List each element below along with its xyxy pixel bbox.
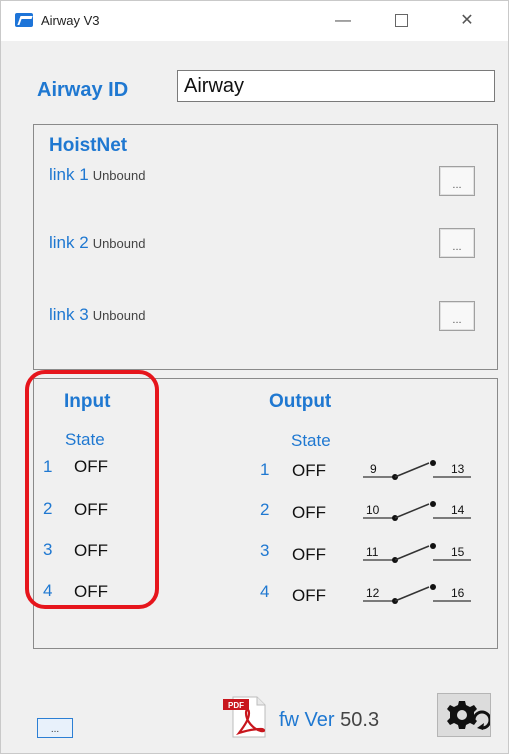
firmware-version-number: 50.3 [340, 709, 380, 731]
output-row-number: 1 [260, 460, 270, 479]
link-status: Unbound [92, 236, 146, 251]
output-state-value: OFF [292, 461, 326, 480]
output-row-number: 2 [260, 500, 270, 519]
app-window: Airway V3 — ✕ Airway ID HoistNet link 1U… [0, 0, 509, 754]
relay-to-label: 16 [451, 586, 465, 600]
link-2-config-button[interactable]: ... [439, 228, 475, 258]
relay-from-label: 12 [366, 586, 380, 600]
link-label: link 2 [49, 233, 89, 252]
close-button[interactable]: ✕ [449, 7, 485, 35]
output-row-number: 3 [260, 541, 270, 560]
firmware-version: fw Ver 50.3 [279, 709, 379, 732]
small-options-button[interactable]: ... [37, 718, 73, 738]
hoistnet-group: HoistNet link 1 Unbound ... link 2 Unbound… [33, 124, 498, 370]
output-state-value: OFF [292, 545, 326, 564]
link-status: Unbound [92, 308, 146, 323]
maximize-icon [394, 14, 408, 28]
link-3-config-button[interactable]: ... [439, 301, 475, 331]
relay-switch-icon: 12 16 [363, 584, 471, 604]
window-title: Airway V3 [41, 13, 100, 28]
relay-to-label: 15 [451, 545, 465, 559]
relay-from-label: 10 [366, 503, 380, 517]
pdf-badge-text: PDF [228, 701, 244, 710]
maximize-button[interactable] [383, 7, 419, 35]
hoistnet-title: HoistNet [49, 135, 128, 156]
pdf-icon[interactable]: PDF [221, 695, 269, 739]
airway-id-input[interactable] [177, 70, 495, 102]
title-bar: Airway V3 — ✕ [1, 1, 508, 41]
link-label: link 3 [49, 305, 89, 324]
input-highlight-annotation [25, 370, 159, 609]
output-state-value: OFF [292, 586, 326, 605]
relay-from-label: 9 [370, 462, 377, 476]
link-row-2: link 2 Unbound [49, 233, 145, 253]
firmware-prefix: fw Ver [279, 709, 335, 731]
link-status: Unbound [92, 168, 146, 183]
relay-from-label: 11 [366, 545, 379, 559]
link-1-config-button[interactable]: ... [439, 166, 475, 196]
minimize-button[interactable]: — [325, 7, 361, 35]
relay-switch-icon: 11 15 [363, 543, 471, 563]
link-row-3: link 3 Unbound [49, 305, 145, 325]
settings-button[interactable] [437, 693, 492, 737]
output-row-number: 4 [260, 582, 270, 601]
relay-to-label: 14 [451, 503, 465, 517]
relay-switch-icon: 10 14 [363, 501, 471, 521]
gear-icon [447, 701, 492, 730]
link-row-1: link 1 Unbound [49, 165, 145, 185]
link-label: link 1 [49, 165, 89, 184]
airway-id-label: Airway ID [37, 79, 129, 101]
relay-switch-icon: 9 13 [363, 460, 471, 480]
output-state-header: State [291, 431, 331, 450]
output-title: Output [269, 391, 332, 412]
relay-to-label: 13 [451, 462, 465, 476]
output-state-value: OFF [292, 503, 326, 522]
app-logo-icon [15, 13, 33, 27]
